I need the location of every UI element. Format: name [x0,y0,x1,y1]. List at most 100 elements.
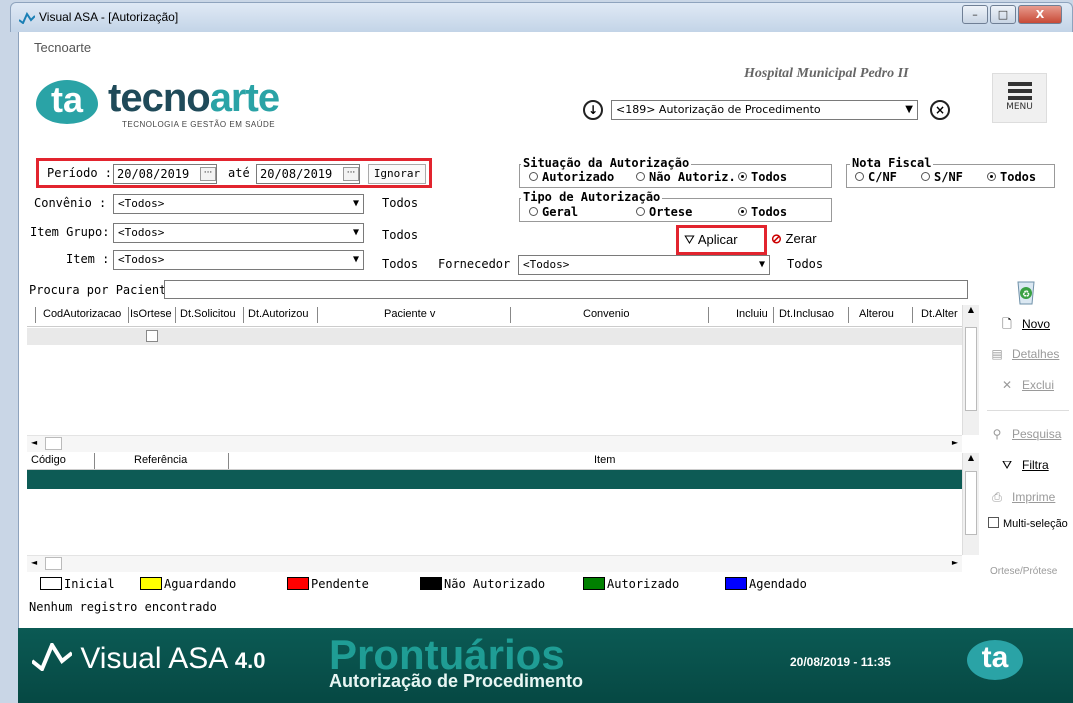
scroll-left-icon[interactable]: ◄ [31,558,37,567]
filter-icon: ⛛ [684,232,695,247]
ignorar-button[interactable]: Ignorar [368,164,426,184]
col-dtalter[interactable]: Dt.Alter [921,308,958,320]
col-codautorizacao[interactable]: CodAutorizacao [43,308,121,320]
scroll-thumb[interactable] [45,437,62,450]
ortese-protese-label[interactable]: Ortese/Prótese [990,566,1057,577]
col-incluiu[interactable]: Incluiu [736,308,768,320]
item-todos: Todos [382,257,419,271]
col-dtinclusao[interactable]: Dt.Inclusao [779,308,834,320]
periodo-de-picker-button[interactable]: ··· [200,167,216,181]
aplicar-button[interactable]: ⛛ Aplicar [684,232,738,248]
isortese-checkbox[interactable] [146,330,158,342]
minimize-button[interactable]: – [962,5,988,24]
legend-label: Não Autorizado [444,577,546,591]
novo-label: Novo [1022,317,1051,331]
ate-label: até [228,166,250,180]
col-isortese[interactable]: IsOrtese [130,308,172,320]
scroll-left-icon[interactable]: ◄ [31,438,37,447]
scroll-thumb[interactable] [965,471,977,535]
situacao-option-1[interactable]: Não Autoriz. [636,170,736,184]
chevron-down-icon: ▼ [758,259,765,270]
column-separator [773,307,774,323]
download-circle-icon[interactable]: ↓ [583,100,603,120]
convenio-select[interactable]: <Todos> ▼ [113,194,364,214]
col-dtautorizou[interactable]: Dt.Autorizou [248,308,309,320]
detalhes-button[interactable]: ▤ Detalhes [988,347,1059,361]
col-codigo[interactable]: Código [31,454,66,466]
grid1-vertical-scrollbar[interactable]: ▲ [962,305,979,435]
radio-icon [636,207,645,216]
scroll-thumb[interactable] [45,557,62,570]
filtra-button[interactable]: ⛛ Filtra [998,458,1049,473]
imprime-button[interactable]: ⎙ Imprime [988,490,1055,505]
col-paciente[interactable]: Paciente v [384,308,435,320]
paciente-search-input[interactable] [164,280,968,299]
radio-icon [855,172,864,181]
exclui-button[interactable]: ✕ Exclui [998,378,1054,392]
item-grupo-select[interactable]: <Todos> ▼ [113,223,364,243]
zerar-button[interactable]: ⊘ Zerar [771,231,817,247]
scroll-right-icon[interactable]: ► [952,558,958,567]
filtra-label: Filtra [1022,458,1049,472]
app-icon [19,12,35,24]
fornecedor-value: <Todos> [523,258,570,271]
pesquisa-button[interactable]: ⚲ Pesquisa [988,427,1062,441]
nota-option-0[interactable]: C/NF [855,170,897,184]
column-separator [510,307,511,323]
legend-swatch [140,577,162,590]
menu-button[interactable]: MENU [992,73,1047,123]
hamburger-icon [1007,82,1032,100]
chevron-down-icon: ▼ [352,227,359,238]
col-convenio[interactable]: Convenio [583,308,629,320]
details-icon: ▤ [991,347,1003,361]
scroll-up-icon[interactable]: ▲ [963,305,979,314]
tipo-option-0[interactable]: Geral [529,205,578,219]
situacao-title: Situação da Autorização [521,156,692,170]
novo-button[interactable]: 🗋 Novo [998,315,1050,336]
legend-swatch [583,577,605,590]
col-item[interactable]: Item [594,454,615,466]
grid2-vertical-scrollbar[interactable]: ▲ [962,453,979,555]
tipo-option-1[interactable]: Ortese [636,205,692,219]
col-dtsolicitou[interactable]: Dt.Solicitou [180,308,236,320]
checkbox-icon [988,517,999,528]
window-titlebar[interactable]: Visual ASA - [Autorização] – □ X [10,2,1073,32]
maximize-button[interactable]: □ [990,5,1016,24]
nota-option-1[interactable]: S/NF [921,170,963,184]
periodo-label: Período : [47,166,113,180]
column-separator [35,307,36,323]
tipo-option-2[interactable]: Todos [738,205,787,219]
fornecedor-select[interactable]: <Todos> ▼ [518,255,770,275]
footer-version: 4.0 [234,648,266,673]
close-button[interactable]: X [1018,5,1062,24]
periodo-ate-picker-button[interactable]: ··· [343,167,359,181]
radio-icon [636,172,645,181]
item-select[interactable]: <Todos> ▼ [113,250,364,270]
autorizacao-grid[interactable]: CodAutorizacao IsOrtese Dt.Solicitou Dt.… [27,305,964,437]
logo-word-a: tecno [108,76,211,120]
footer-ta-logo-icon: ta [967,640,1023,680]
legend-label: Pendente [311,577,369,591]
item-value: <Todos> [118,253,165,266]
itens-grid[interactable]: Código Referência Item [27,453,964,557]
situacao-option-2[interactable]: Todos [738,170,787,184]
nota-option-2[interactable]: Todos [987,170,1036,184]
module-select[interactable]: <189> Autorização de Procedimento ▼ [611,100,918,120]
grid1-horizontal-scrollbar[interactable]: ◄ ► [27,435,962,452]
selected-row[interactable] [27,470,964,489]
item-label: Item : [66,252,110,266]
hospital-name: Hospital Municipal Pedro II [744,66,909,81]
situacao-option-0[interactable]: Autorizado [529,170,614,184]
tipo-option-label: Todos [751,205,788,219]
scroll-thumb[interactable] [965,327,977,411]
scroll-right-icon[interactable]: ► [952,438,958,447]
col-referencia[interactable]: Referência [134,454,187,466]
scroll-up-icon[interactable]: ▲ [963,453,979,462]
visual-asa-brand: Visual ASA 4.0 [30,640,266,676]
recycle-icon[interactable]: ♻ [1011,276,1041,306]
new-file-icon: 🗋 [1002,317,1012,331]
grid2-horizontal-scrollbar[interactable]: ◄ ► [27,555,962,572]
col-alterou[interactable]: Alterou [859,308,894,320]
close-circle-icon[interactable]: × [930,100,950,120]
multi-selecao-checkbox[interactable]: Multi-seleção [988,517,1068,530]
